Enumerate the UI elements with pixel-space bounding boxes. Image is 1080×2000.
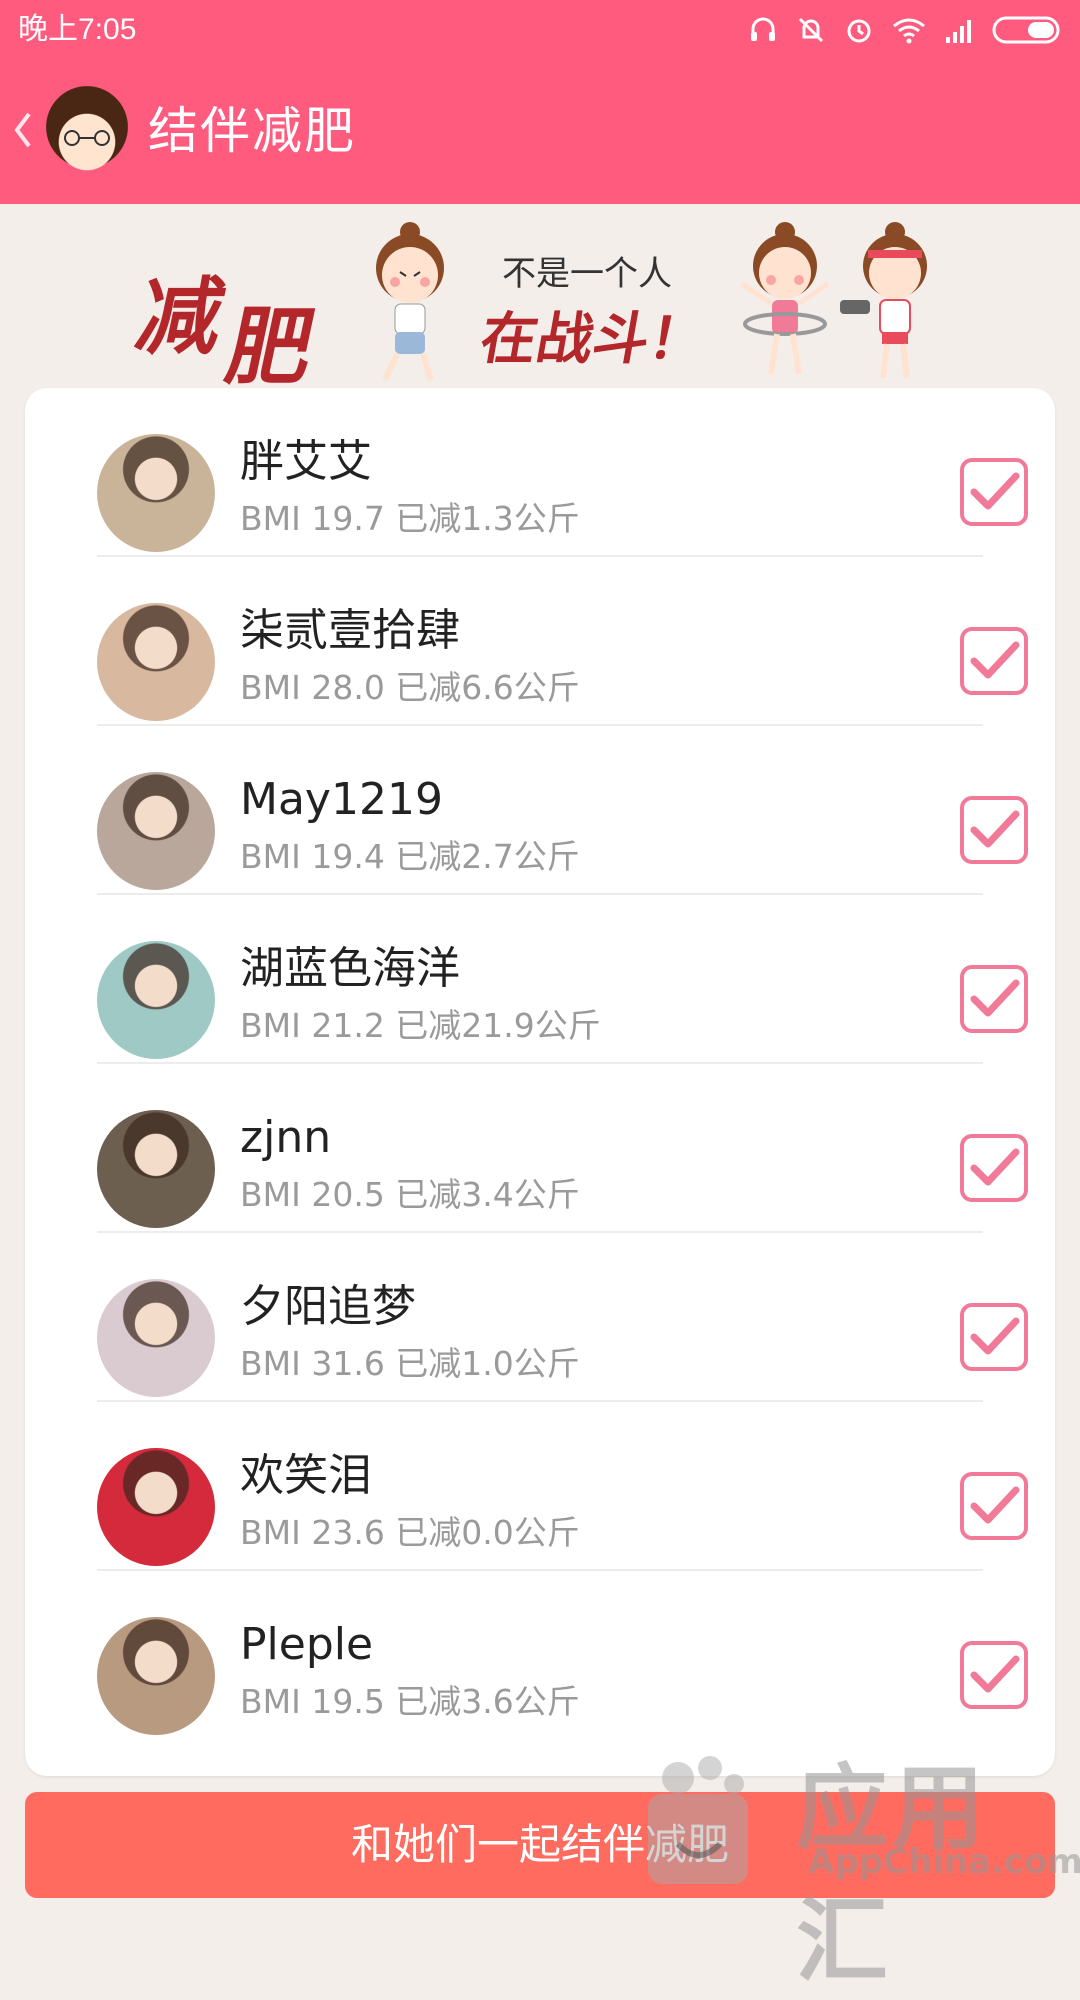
checkmark-icon	[970, 472, 1020, 510]
member-name: 胖艾艾	[240, 436, 372, 487]
checkmark-icon	[970, 1655, 1020, 1693]
member-stats: BMI 31.6 已减1.0公斤	[240, 1344, 580, 1383]
avatar	[97, 1279, 215, 1397]
page-title: 结伴减肥	[148, 102, 356, 160]
avatar	[97, 603, 215, 721]
member-stats: BMI 19.7 已减1.3公斤	[240, 499, 580, 538]
member-name: zjnn	[240, 1112, 332, 1163]
select-checkbox[interactable]	[960, 1641, 1028, 1709]
alarm-icon	[844, 15, 874, 45]
select-checkbox[interactable]	[960, 965, 1028, 1033]
list-item[interactable]: Pleple BMI 19.5 已减3.6公斤	[72, 1571, 1028, 1740]
checkmark-icon	[970, 641, 1020, 679]
member-name: Pleple	[240, 1619, 374, 1670]
list-item[interactable]: 柒贰壹拾肆 BMI 28.0 已减6.6公斤	[72, 557, 1028, 726]
member-stats: BMI 21.2 已减21.9公斤	[240, 1006, 601, 1045]
join-together-button[interactable]: 和她们一起结伴减肥	[25, 1792, 1055, 1898]
banner: 减 肥 不是一个人 在战斗！	[128, 220, 950, 396]
list-item[interactable]: 湖蓝色海洋 BMI 21.2 已减21.9公斤	[72, 895, 1028, 1064]
back-button[interactable]	[8, 100, 38, 164]
list-item[interactable]: zjnn BMI 20.5 已减3.4公斤	[72, 1064, 1028, 1233]
member-name: 柒贰壹拾肆	[240, 605, 460, 656]
checkmark-icon	[970, 1486, 1020, 1524]
member-name: 欢笑泪	[240, 1450, 372, 1501]
member-name: 湖蓝色海洋	[240, 943, 460, 994]
member-stats: BMI 19.4 已减2.7公斤	[240, 837, 580, 876]
select-checkbox[interactable]	[960, 796, 1028, 864]
avatar	[97, 1617, 215, 1735]
member-name: 夕阳追梦	[240, 1281, 416, 1332]
chevron-left-icon	[13, 110, 33, 154]
status-icons	[748, 12, 1064, 48]
checkmark-icon	[970, 810, 1020, 848]
avatar	[97, 434, 215, 552]
app-logo	[38, 82, 136, 182]
select-checkbox[interactable]	[960, 1134, 1028, 1202]
checkmark-icon	[970, 1148, 1020, 1186]
avatar	[97, 1448, 215, 1566]
cartoon-dumbbell-icon	[840, 222, 927, 379]
avatar	[97, 1110, 215, 1228]
cartoon-girl-icon	[376, 222, 444, 382]
member-stats: BMI 28.0 已减6.6公斤	[240, 668, 580, 707]
checkmark-icon	[970, 1317, 1020, 1355]
banner-line-1: 不是一个人	[502, 254, 672, 294]
select-checkbox[interactable]	[960, 458, 1028, 526]
member-stats: BMI 23.6 已减0.0公斤	[240, 1513, 580, 1552]
signal-icon	[944, 17, 974, 43]
avatar	[97, 772, 215, 890]
banner-word-1: 减	[128, 267, 234, 366]
banner-line-2: 在战斗！	[475, 306, 712, 372]
list-item[interactable]: 夕阳追梦 BMI 31.6 已减1.0公斤	[72, 1233, 1028, 1402]
member-name: May1219	[240, 774, 443, 825]
member-stats: BMI 20.5 已减3.4公斤	[240, 1175, 580, 1214]
battery-icon	[992, 15, 1064, 45]
list-item[interactable]: 欢笑泪 BMI 23.6 已减0.0公斤	[72, 1402, 1028, 1571]
list-item[interactable]: May1219 BMI 19.4 已减2.7公斤	[72, 726, 1028, 895]
list-item[interactable]: 胖艾艾 BMI 19.7 已减1.3公斤	[72, 388, 1028, 557]
avatar	[97, 941, 215, 1059]
member-list: 胖艾艾 BMI 19.7 已减1.3公斤柒贰壹拾肆 BMI 28.0 已减6.6公斤…	[25, 388, 1055, 1776]
select-checkbox[interactable]	[960, 1472, 1028, 1540]
wifi-icon	[892, 16, 926, 44]
headphones-icon	[748, 15, 778, 45]
member-stats: BMI 19.5 已减3.6公斤	[240, 1682, 580, 1721]
select-checkbox[interactable]	[960, 627, 1028, 695]
status-time: 晚上7:05	[18, 13, 137, 46]
vibrate-off-icon	[796, 15, 826, 45]
checkmark-icon	[970, 979, 1020, 1017]
banner-word-2: 肥	[218, 297, 324, 396]
status-bar: 晚上7:05	[0, 0, 1080, 60]
app-bar: 结伴减肥	[0, 60, 1080, 204]
cartoon-hula-icon	[740, 222, 830, 375]
select-checkbox[interactable]	[960, 1303, 1028, 1371]
